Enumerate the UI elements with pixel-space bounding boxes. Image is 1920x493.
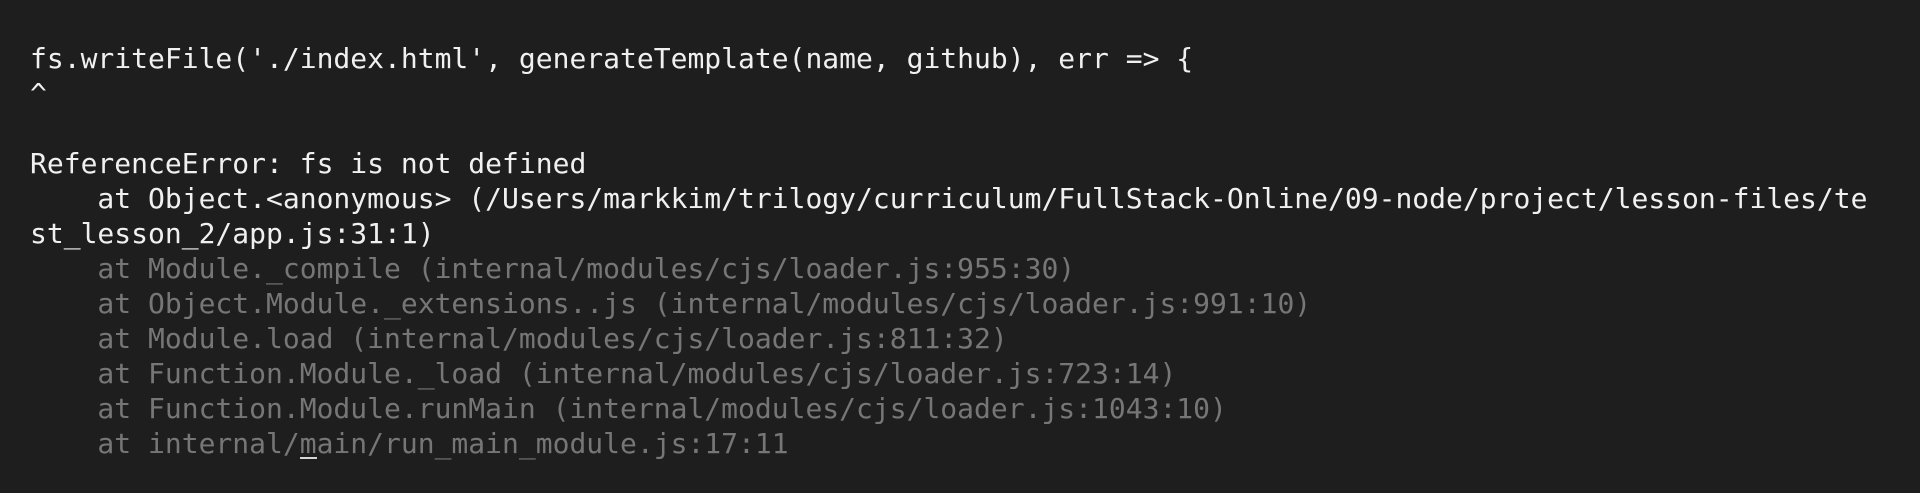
terminal-output[interactable]: fs.writeFile('./index.html', generateTem… xyxy=(0,0,1920,493)
stack-trace-internal-line: at Function.Module._load (internal/modul… xyxy=(30,357,1177,390)
stack-trace-internal-line: at Object.Module._extensions..js (intern… xyxy=(30,287,1312,320)
stack-trace-internal-line: at Module._compile (internal/modules/cjs… xyxy=(30,252,1076,285)
source-code-line: fs.writeFile('./index.html', generateTem… xyxy=(30,42,1194,75)
stack-trace-line-wrap: st_lesson_2/app.js:31:1) xyxy=(30,217,435,250)
error-message: ReferenceError: fs is not defined xyxy=(30,147,587,180)
stack-trace-internal-line: at internal/main/run_main_module.js:17:1… xyxy=(30,427,789,460)
stack-trace-line: at Object.<anonymous> (/Users/markkim/tr… xyxy=(30,182,1868,215)
text-cursor xyxy=(300,457,317,459)
error-caret: ^ xyxy=(30,77,47,110)
stack-trace-internal-line: at Module.load (internal/modules/cjs/loa… xyxy=(30,322,1008,355)
stack-trace-internal-line: at Function.Module.runMain (internal/mod… xyxy=(30,392,1227,425)
